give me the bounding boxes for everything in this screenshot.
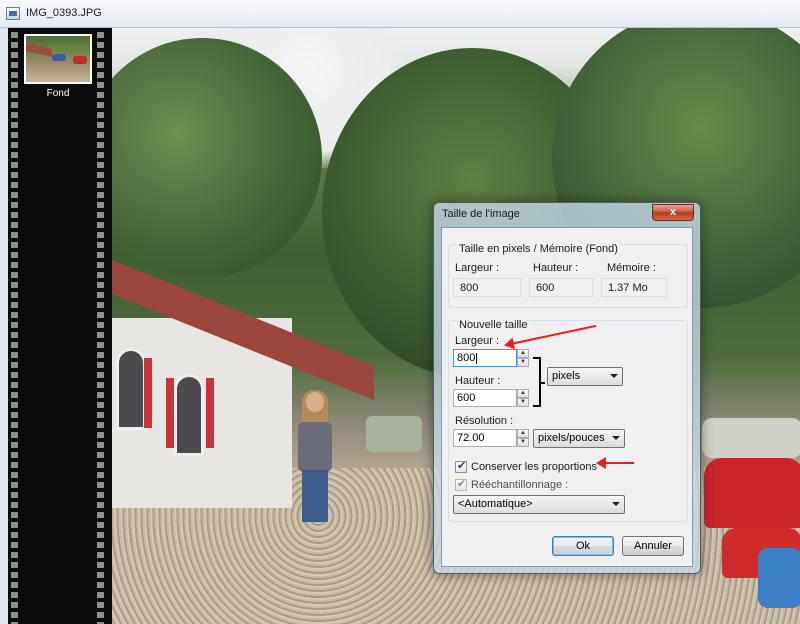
resolution-value: 72.00 bbox=[457, 432, 485, 444]
new-height-value: 600 bbox=[457, 392, 476, 404]
resolution-input[interactable]: 72.00 bbox=[453, 429, 517, 447]
new-width-input[interactable]: 800 bbox=[453, 349, 517, 367]
new-height-stepper[interactable]: ▲ ▼ bbox=[517, 389, 529, 407]
resample-label: Rééchantillonnage : bbox=[471, 479, 569, 491]
checkmark-icon: ✔ bbox=[457, 478, 467, 490]
annotation-arrow-proportions bbox=[596, 457, 634, 469]
layer-thumbnail[interactable] bbox=[24, 34, 92, 84]
dialog-title: Taille de l'image bbox=[442, 208, 520, 220]
keep-proportions-checkbox[interactable]: ✔ bbox=[455, 460, 467, 473]
filmstrip-panel: Fond bbox=[0, 28, 112, 624]
new-width-stepper[interactable]: ▲ ▼ bbox=[517, 349, 529, 367]
chevron-down-icon bbox=[610, 374, 618, 378]
resample-method-value: <Automatique> bbox=[458, 498, 533, 510]
resample-checkbox[interactable]: ✔ bbox=[455, 478, 467, 491]
resolution-unit-select[interactable]: pixels/pouces bbox=[533, 429, 625, 448]
filmstrip-sprockets-right bbox=[96, 30, 105, 624]
cancel-button[interactable]: Annuler bbox=[622, 536, 684, 556]
pixel-memory-group-label: Taille en pixels / Mémoire (Fond) bbox=[457, 243, 620, 255]
current-width-value: 800 bbox=[453, 278, 521, 297]
image-file-icon bbox=[6, 7, 20, 20]
spin-down-icon[interactable]: ▼ bbox=[517, 358, 529, 367]
resample-method-select[interactable]: <Automatique> bbox=[453, 495, 625, 514]
keep-proportions-label[interactable]: Conserver les proportions bbox=[471, 461, 597, 473]
spin-down-icon[interactable]: ▼ bbox=[517, 438, 529, 447]
new-size-group: Nouvelle taille Largeur : 800 ▲ ▼ Hauteu… bbox=[448, 319, 688, 522]
size-unit-value: pixels bbox=[552, 370, 581, 382]
new-size-group-label: Nouvelle taille bbox=[457, 319, 530, 331]
spin-up-icon[interactable]: ▲ bbox=[517, 429, 529, 438]
memory-label: Mémoire : bbox=[607, 262, 656, 274]
chevron-down-icon bbox=[612, 436, 620, 440]
new-height-input[interactable]: 600 bbox=[453, 389, 517, 407]
resolution-unit-value: pixels/pouces bbox=[538, 432, 605, 444]
spin-down-icon[interactable]: ▼ bbox=[517, 398, 529, 407]
new-height-label: Hauteur : bbox=[455, 375, 501, 387]
new-width-label: Largeur : bbox=[455, 335, 500, 347]
layer-thumbnail-label: Fond bbox=[46, 88, 70, 99]
close-icon: x bbox=[669, 206, 677, 218]
window-title: IMG_0393.JPG bbox=[26, 7, 102, 19]
current-height-label: Hauteur : bbox=[533, 262, 579, 274]
spin-up-icon[interactable]: ▲ bbox=[517, 389, 529, 398]
size-unit-select[interactable]: pixels bbox=[547, 367, 623, 386]
window-title-bar: IMG_0393.JPG bbox=[0, 0, 800, 28]
spin-up-icon[interactable]: ▲ bbox=[517, 349, 529, 358]
new-width-value: 800 bbox=[457, 352, 476, 364]
close-button[interactable]: x bbox=[652, 204, 694, 221]
current-height-value: 600 bbox=[529, 278, 593, 297]
chevron-down-icon bbox=[612, 502, 620, 506]
pixel-memory-group: Taille en pixels / Mémoire (Fond) Largeu… bbox=[448, 243, 688, 308]
resolution-label: Résolution : bbox=[455, 415, 514, 427]
checkmark-icon: ✔ bbox=[457, 460, 467, 472]
memory-value: 1.37 Mo bbox=[601, 278, 667, 297]
dialog-body: Taille en pixels / Mémoire (Fond) Largeu… bbox=[441, 227, 693, 567]
resolution-stepper[interactable]: ▲ ▼ bbox=[517, 429, 529, 447]
filmstrip-sprockets-left bbox=[10, 30, 19, 624]
ok-button[interactable]: Ok bbox=[552, 536, 614, 556]
current-width-label: Largeur : bbox=[455, 262, 500, 274]
image-size-dialog: Taille de l'image x Taille en pixels / M… bbox=[433, 202, 701, 574]
link-bracket bbox=[533, 357, 545, 407]
